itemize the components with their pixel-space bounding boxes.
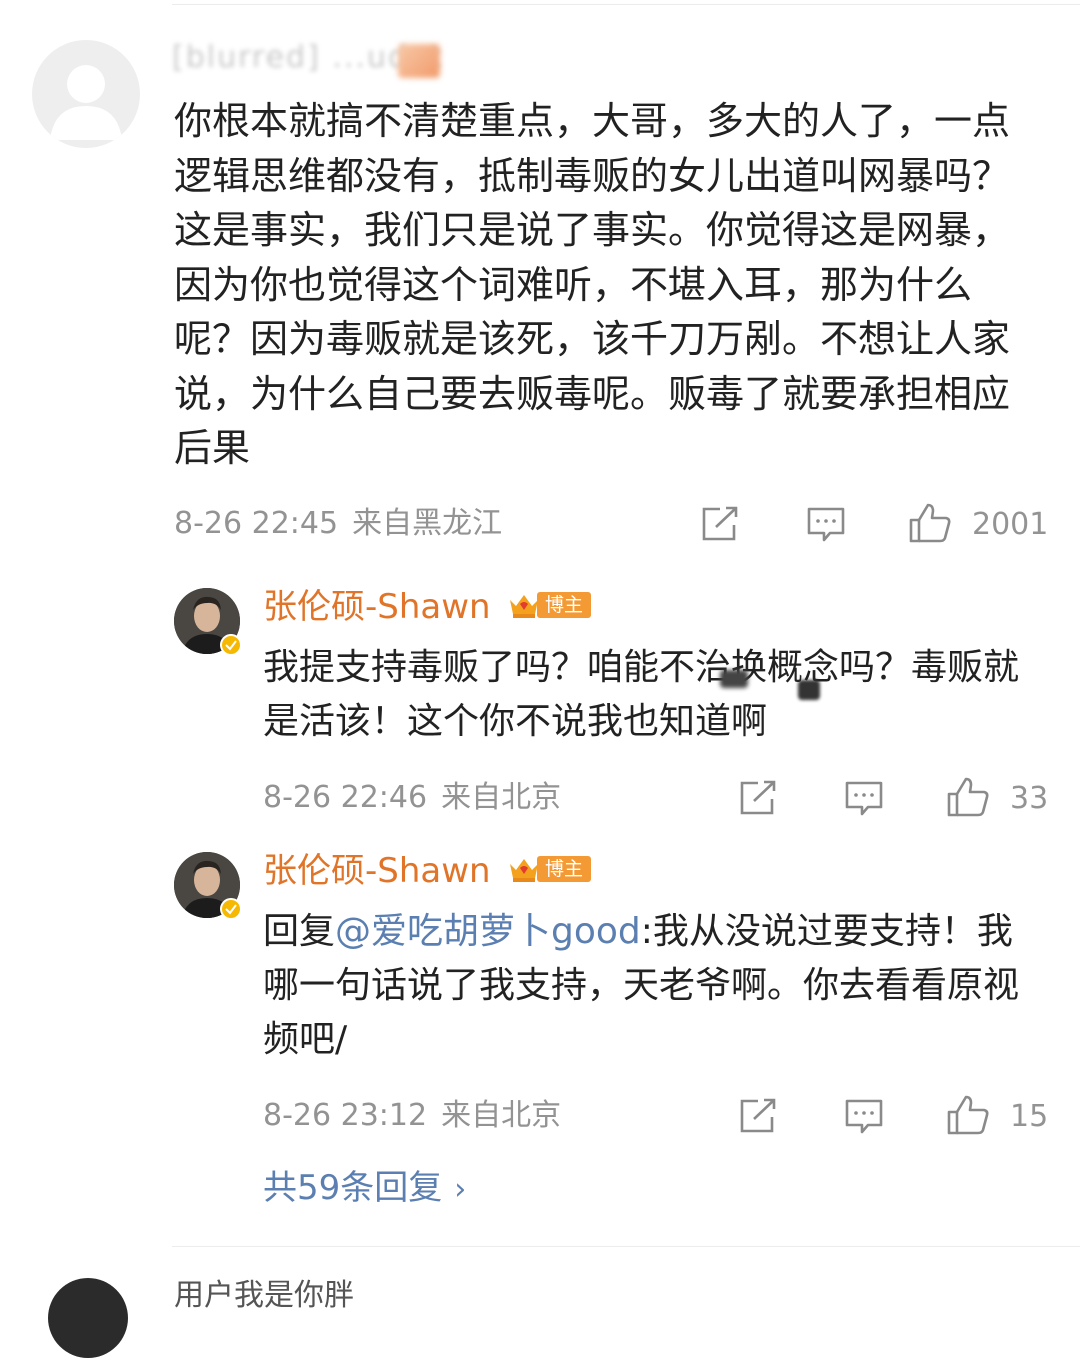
comment-time: 8-26 22:45 xyxy=(174,506,339,541)
reply-author-name[interactable]: 张伦硕-Shawn xyxy=(263,585,491,629)
blogger-badge-label: 博主 xyxy=(537,592,592,618)
commenter-avatar[interactable] xyxy=(32,40,140,148)
next-commenter-username[interactable]: 用户我是你胖 xyxy=(174,1276,354,1316)
crown-icon xyxy=(510,595,538,618)
like-icon[interactable] xyxy=(946,776,990,818)
reply-meta: 8-26 22:46 来自北京 xyxy=(263,778,561,818)
next-commenter-avatar[interactable] xyxy=(48,1278,128,1358)
reply-text: 回复@爱吃胡萝卜good:我从没说过要支持！我哪一句话说了我支持，天老爷啊。你去… xyxy=(263,905,1023,1067)
top-divider xyxy=(172,4,1080,5)
comment-text: 你根本就搞不清楚重点，大哥，多大的人了，一点逻辑思维都没有，抵制毒贩的女儿出道叫… xyxy=(174,99,1011,470)
reply-like-count: 15 xyxy=(1010,1099,1049,1134)
comment-icon[interactable] xyxy=(844,1097,884,1137)
reply-author-name[interactable]: 张伦硕-Shawn xyxy=(263,849,491,893)
reply-location: 来自北京 xyxy=(441,1098,562,1133)
reply-prefix: 回复 xyxy=(263,911,336,952)
verified-icon xyxy=(220,898,242,920)
reply-like-count: 33 xyxy=(1010,781,1049,816)
mosaic-smudge xyxy=(798,680,820,700)
share-icon[interactable] xyxy=(738,1097,778,1135)
reply-time: 8-26 22:46 xyxy=(263,780,428,815)
like-icon[interactable] xyxy=(908,502,952,544)
default-avatar-icon xyxy=(50,65,122,140)
reply-text: 我提支持毒贩了吗？咱能不治换概念吗？毒贩就是活该！这个你不说我也知道啊 xyxy=(263,647,1020,742)
share-icon[interactable] xyxy=(738,779,778,817)
comment-like-count: 2001 xyxy=(972,507,1049,542)
more-replies-label: 共59条回复 xyxy=(263,1168,443,1208)
blogger-badge-label: 博主 xyxy=(537,856,592,882)
comment-meta: 8-26 22:45 来自黑龙江 xyxy=(174,504,502,544)
mosaic-smudge xyxy=(720,670,748,688)
reply-time: 8-26 23:12 xyxy=(263,1098,428,1133)
view-all-replies-link[interactable]: 共59条回复 › xyxy=(263,1166,466,1212)
verified-icon xyxy=(220,634,242,656)
reply-avatar[interactable] xyxy=(174,852,242,920)
comment-icon[interactable] xyxy=(844,779,884,819)
mention-link[interactable]: @爱吃胡萝卜good xyxy=(335,911,641,952)
blogger-badge: 博主 xyxy=(507,854,592,884)
chevron-right-icon: › xyxy=(454,1172,467,1207)
reply-avatar[interactable] xyxy=(174,588,242,656)
reply-location: 来自北京 xyxy=(441,780,562,815)
like-icon[interactable] xyxy=(946,1094,990,1136)
blogger-badge: 博主 xyxy=(507,590,592,620)
comment-icon[interactable] xyxy=(806,505,846,545)
reply-meta: 8-26 23:12 来自北京 xyxy=(263,1096,561,1136)
crown-icon xyxy=(510,859,538,882)
comment-divider xyxy=(172,1246,1080,1247)
username-emoji-smudge xyxy=(398,44,440,78)
comment-location: 来自黑龙江 xyxy=(352,506,503,541)
share-icon[interactable] xyxy=(700,505,740,543)
